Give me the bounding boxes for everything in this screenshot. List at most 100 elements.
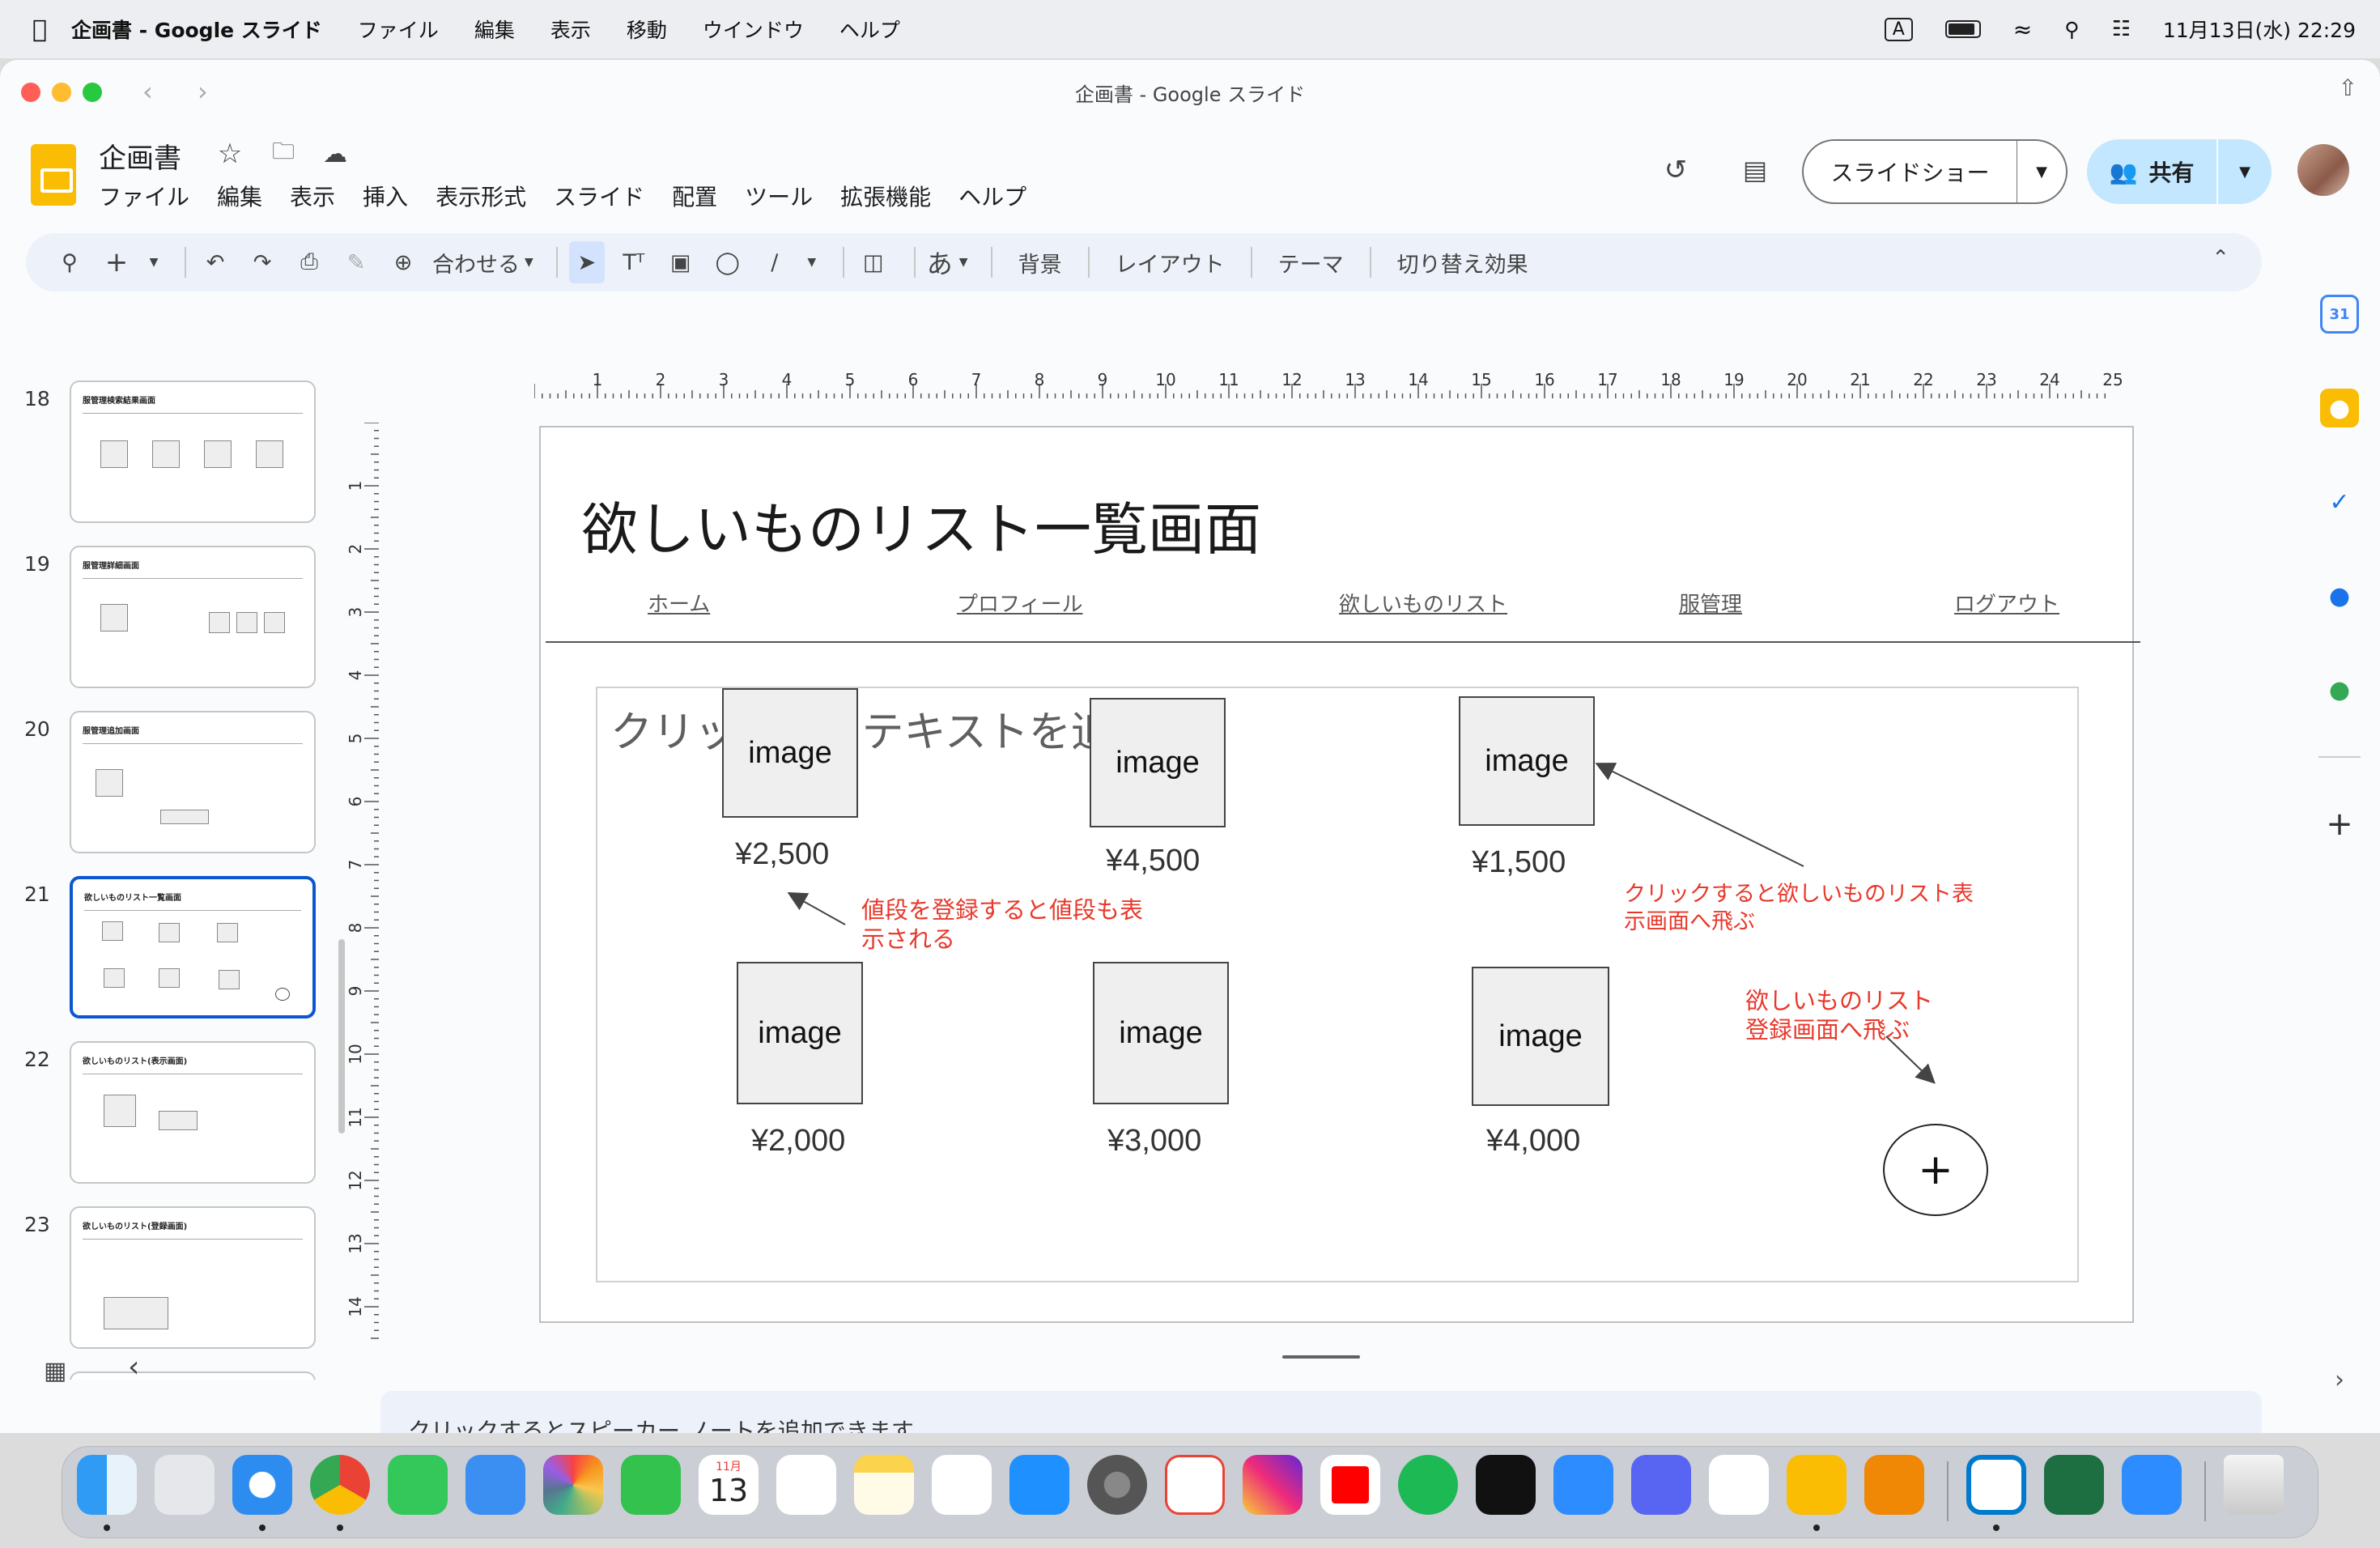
menubar-help[interactable]: ヘルプ [839, 15, 900, 44]
gmail-icon[interactable] [1165, 1455, 1225, 1515]
shape-icon[interactable]: ◯ [710, 241, 746, 283]
youtube-icon[interactable] [1320, 1455, 1380, 1515]
menu-tools[interactable]: ツール [745, 180, 813, 212]
print-icon[interactable]: ⎙ [291, 241, 327, 283]
vscode-icon[interactable] [1966, 1455, 2026, 1515]
collapse-filmstrip-icon[interactable]: ‹ [128, 1350, 139, 1384]
finder-icon[interactable] [77, 1455, 137, 1515]
reminders-icon[interactable] [776, 1455, 836, 1515]
show-side-panel-icon[interactable]: › [2320, 1360, 2359, 1399]
safari-icon[interactable] [232, 1455, 292, 1515]
apple-icon[interactable]:  [32, 15, 47, 44]
launchpad-icon[interactable] [155, 1455, 215, 1515]
undo-icon[interactable]: ↶ [198, 241, 233, 283]
slide-thumbnail[interactable]: 服管理詳細画面 [70, 546, 316, 688]
item-price-3[interactable]: ¥1,500 [1472, 845, 1566, 880]
slideshow-dropdown-button[interactable]: ▼ [2017, 139, 2068, 204]
item-image-3[interactable]: image [1459, 696, 1595, 826]
slide-thumbnail[interactable]: 服管理追加画面 [70, 711, 316, 853]
control-center-icon[interactable]: ☷ [2112, 17, 2131, 41]
background-button[interactable]: 背景 [1018, 247, 1062, 279]
item-image-4[interactable]: image [737, 962, 863, 1104]
notes-app-icon[interactable] [854, 1455, 914, 1515]
cloud-saved-icon[interactable]: ☁ [316, 134, 355, 173]
slide-thumbnail[interactable]: 欲しいものリスト(表示画面) [70, 1041, 316, 1184]
item-price-2[interactable]: ¥4,500 [1106, 844, 1200, 878]
netflix-icon[interactable] [1476, 1455, 1536, 1515]
menu-help[interactable]: ヘルプ [958, 180, 1026, 212]
forward-arrow-icon[interactable]: › [198, 76, 208, 107]
facetime-icon[interactable] [621, 1455, 681, 1515]
text-box-icon[interactable]: Tᵀ [616, 241, 652, 283]
google-slides-logo[interactable] [31, 144, 76, 206]
keep-icon[interactable]: ● [2320, 389, 2359, 427]
item-image-6[interactable]: image [1472, 967, 1609, 1106]
menu-extensions[interactable]: 拡張機能 [840, 180, 931, 212]
annotation-click-item[interactable]: クリックすると欲しいものリスト表 示画面へ飛ぶ [1624, 881, 1974, 936]
system-settings-icon[interactable] [1087, 1455, 1147, 1515]
zoom-recent-icon[interactable] [2122, 1455, 2182, 1515]
spotify-icon[interactable] [1398, 1455, 1458, 1515]
transition-button[interactable]: 切り替え効果 [1397, 247, 1528, 279]
nav-link-logout[interactable]: ログアウト [1954, 588, 2059, 618]
minimize-window-button[interactable] [52, 83, 71, 102]
zoom-icon[interactable] [1553, 1455, 1613, 1515]
new-slide-dropdown-icon[interactable]: ▼ [146, 241, 162, 283]
search-menus-icon[interactable]: ⚲ [52, 241, 87, 283]
udemy-icon[interactable] [1709, 1455, 1769, 1515]
new-slide-icon[interactable]: + [99, 241, 134, 283]
nav-link-home[interactable]: ホーム [648, 588, 710, 618]
spotlight-search-icon[interactable]: ⚲ [2064, 18, 2079, 41]
collapse-toolbar-icon[interactable]: ⌃ [2212, 246, 2229, 270]
calendar-app-icon[interactable]: 11月 13 [699, 1455, 759, 1515]
nav-link-profile[interactable]: プロフィール [957, 588, 1082, 618]
app-store-icon[interactable] [1009, 1455, 1069, 1515]
item-price-4[interactable]: ¥2,000 [751, 1124, 845, 1159]
slide-title[interactable]: 欲しいものリスト一覧画面 [581, 484, 1261, 566]
slide-thumbnail[interactable]: 欲しいものリスト(登録画面) [70, 1206, 316, 1349]
drawio-icon[interactable] [1864, 1455, 1924, 1515]
menu-slide[interactable]: スライド [554, 180, 644, 212]
nav-link-clothes[interactable]: 服管理 [1679, 588, 1742, 618]
wifi-icon[interactable]: ≈ [2013, 16, 2032, 43]
menubar-app-name[interactable]: 企画書 - Google スライド [71, 15, 322, 44]
get-add-ons-icon[interactable]: + [2320, 805, 2359, 844]
zoom-select[interactable]: 合わせる ▼ [432, 241, 533, 283]
nav-divider-line[interactable] [546, 641, 2140, 643]
nav-link-wishlist[interactable]: 欲しいものリスト [1339, 588, 1507, 618]
share-button[interactable]: 👥 共有 [2087, 139, 2216, 204]
chrome-icon[interactable] [310, 1455, 370, 1515]
slideshow-button[interactable]: スライドショー [1802, 139, 2017, 204]
item-image-1[interactable]: image [722, 688, 858, 818]
grid-view-icon[interactable]: ▦ [44, 1357, 66, 1385]
menu-arrange[interactable]: 配置 [672, 180, 717, 212]
menu-format[interactable]: 表示形式 [436, 180, 526, 212]
layout-button[interactable]: レイアウト [1116, 247, 1225, 279]
item-price-6[interactable]: ¥4,000 [1486, 1124, 1580, 1159]
maps-icon[interactable]: ● [2320, 670, 2359, 709]
add-wishlist-button[interactable]: + [1883, 1124, 1988, 1216]
item-price-5[interactable]: ¥3,000 [1107, 1124, 1201, 1159]
close-window-button[interactable] [21, 83, 40, 102]
google-slides-dock-icon[interactable] [1787, 1455, 1847, 1515]
discord-icon[interactable] [1631, 1455, 1691, 1515]
input-source-indicator[interactable]: A [1884, 17, 1913, 41]
slide-thumbnail[interactable]: 服管理検索結果画面 [70, 381, 316, 523]
horizontal-ruler[interactable]: 1 2 3 4 5 6 7 8 9 10 11 12 13 14 15 16 17 18 19 20 21 22 23 24 2… [534, 368, 2234, 400]
insert-image-icon[interactable]: ▣ [663, 241, 699, 283]
move-folder-icon[interactable]: 🗀 [264, 134, 303, 173]
menubar-go[interactable]: 移動 [627, 15, 667, 44]
redo-icon[interactable]: ↷ [244, 241, 280, 283]
paint-format-icon[interactable]: ✎ [338, 241, 374, 283]
line-icon[interactable]: ∕ [757, 241, 793, 283]
filmstrip-scrollbar[interactable] [338, 939, 345, 1133]
instagram-icon[interactable] [1243, 1455, 1303, 1515]
speaker-notes[interactable]: クリックするとスピーカー ノートを追加できます [380, 1391, 2262, 1433]
menubar-view[interactable]: 表示 [550, 15, 591, 44]
menu-view[interactable]: 表示 [290, 180, 335, 212]
calendar-icon[interactable]: 31 [2320, 295, 2359, 334]
star-icon[interactable]: ☆ [210, 134, 249, 173]
share-dropdown-button[interactable]: ▼ [2216, 139, 2272, 204]
excel-icon[interactable] [2044, 1455, 2104, 1515]
menu-edit[interactable]: 編集 [217, 180, 262, 212]
